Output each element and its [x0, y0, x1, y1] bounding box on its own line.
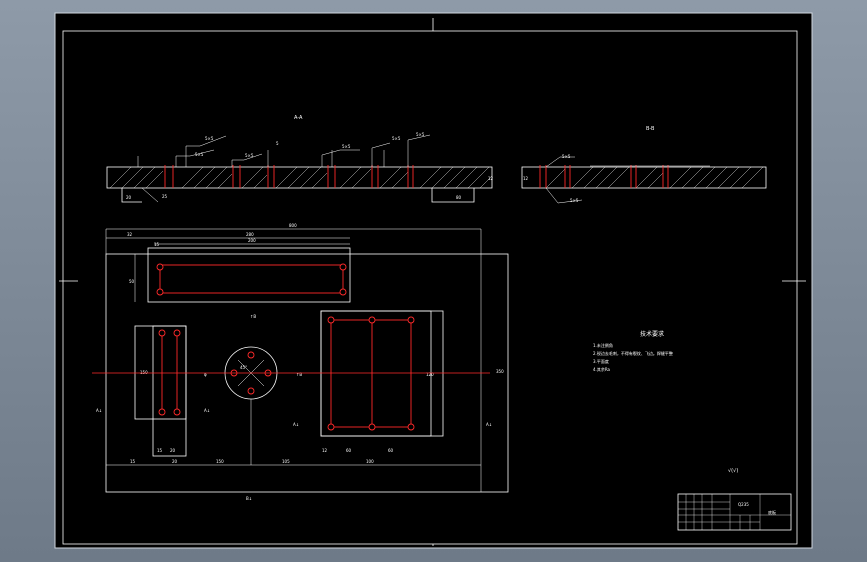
- svg-text:5×5: 5×5: [342, 144, 351, 149]
- svg-text:5×5: 5×5: [205, 136, 214, 141]
- svg-text:↑B: ↑B: [250, 314, 256, 319]
- dim-side-height: 350: [496, 369, 504, 374]
- section-label-left: A-A: [294, 115, 303, 121]
- svg-text:A↓: A↓: [293, 422, 299, 427]
- svg-text:12: 12: [523, 176, 529, 181]
- svg-text:5×5: 5×5: [570, 198, 579, 203]
- dim-left-offset: 32: [127, 232, 133, 237]
- dim-bottom-1: 15: [130, 459, 136, 464]
- svg-text:5×5: 5×5: [392, 136, 401, 141]
- svg-text:25: 25: [162, 194, 168, 199]
- notes-title: 技术要求: [640, 330, 664, 338]
- title-block-name: 底板: [768, 509, 776, 515]
- section-label-right: B-B: [646, 126, 655, 132]
- dim-bottom-3: 150: [216, 459, 224, 464]
- svg-text:5×5: 5×5: [562, 154, 571, 159]
- svg-text:15: 15: [157, 448, 163, 453]
- dim-slot-height: 50: [129, 279, 135, 284]
- title-block-material: Q235: [738, 502, 749, 507]
- cad-drawing-canvas: A-A 5×5 5×5 5×5 5 5×5 5×5 5×5 20 25 80 1…: [54, 12, 813, 549]
- dim-bottom-4: 105: [282, 459, 290, 464]
- svg-text:5×5: 5×5: [195, 152, 204, 157]
- note-3: 3.平面度: [593, 358, 609, 364]
- dim-right-chain-2: 60: [346, 448, 352, 453]
- dim-bottom-2: 20: [172, 459, 178, 464]
- svg-text:15: 15: [154, 242, 160, 247]
- svg-text:5×5: 5×5: [416, 132, 425, 137]
- note-4: 4.其余Ra: [593, 366, 611, 372]
- dim-right-chain-3: 60: [388, 448, 394, 453]
- svg-text:12: 12: [488, 176, 494, 181]
- svg-text:A↓: A↓: [204, 408, 210, 413]
- dim-overall-width: 800: [289, 223, 297, 228]
- svg-text:20: 20: [126, 195, 132, 200]
- svg-text:5×5: 5×5: [245, 153, 254, 158]
- svg-text:A↓: A↓: [486, 422, 492, 427]
- svg-text:20: 20: [170, 448, 176, 453]
- dim-right-chain-1: 12: [322, 448, 328, 453]
- note-1: 1.未注倒角: [593, 342, 613, 348]
- note-2: 2.锐边去毛刺，不得有裂纹、飞边。焊缝平整: [593, 350, 673, 356]
- drawing-sheet: [54, 12, 813, 549]
- svg-text:B↓: B↓: [246, 496, 252, 501]
- roughness-symbol: √(√): [728, 468, 738, 474]
- svg-text:45°: 45°: [240, 365, 247, 370]
- svg-text:80: 80: [456, 195, 462, 200]
- dim-inner-width: 280: [246, 232, 254, 237]
- svg-text:A↓: A↓: [96, 408, 102, 413]
- dim-vertical-left: 150: [140, 370, 148, 375]
- dim-plate-width: 200: [248, 238, 256, 243]
- dim-bottom-5: 100: [366, 459, 374, 464]
